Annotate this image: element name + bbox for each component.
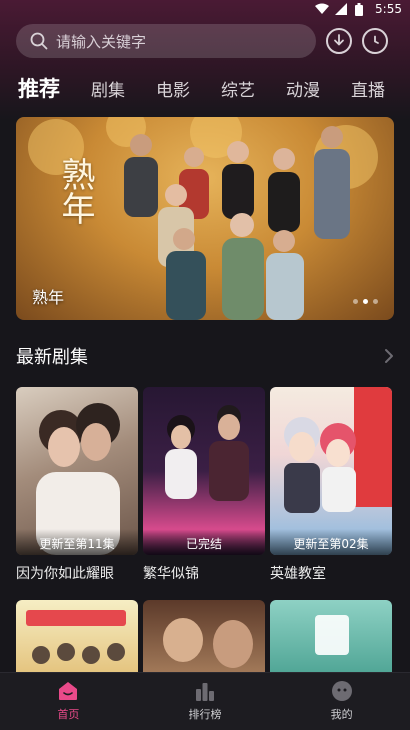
- search-placeholder: 请输入关键字: [56, 32, 147, 51]
- nav-profile[interactable]: 我的: [292, 681, 392, 722]
- series-poster: 已完结: [143, 387, 265, 555]
- tab-movies[interactable]: 电影: [156, 76, 190, 101]
- series-poster-partial[interactable]: [270, 600, 392, 675]
- carousel-dots: [353, 299, 378, 304]
- wifi-icon: [315, 3, 330, 15]
- banner-carousel[interactable]: 熟年 熟年: [16, 117, 394, 320]
- bottom-nav: 首页 排行榜 我的: [0, 672, 410, 730]
- series-card[interactable]: 更新至第02集 英雄教室: [270, 387, 392, 583]
- carousel-dot[interactable]: [373, 299, 378, 304]
- episode-tag: 已完结: [143, 529, 265, 555]
- tab-series[interactable]: 剧集: [91, 76, 125, 101]
- clock-icon: [374, 35, 379, 44]
- chevron-right-icon[interactable]: [384, 348, 394, 364]
- profile-icon: [331, 681, 352, 701]
- status-bar: 5:55: [0, 0, 410, 18]
- download-icon: [334, 34, 344, 46]
- poster-art: [163, 618, 253, 668]
- tab-live[interactable]: 直播: [351, 76, 385, 101]
- poster-art: [315, 615, 349, 655]
- nav-label: 我的: [330, 708, 353, 721]
- carousel-dot[interactable]: [353, 299, 358, 304]
- section-header: 最新剧集: [16, 342, 394, 370]
- series-title: 英雄教室: [270, 566, 326, 582]
- series-poster-partial[interactable]: [143, 600, 265, 675]
- download-button[interactable]: [326, 28, 352, 54]
- history-button[interactable]: [362, 28, 388, 54]
- section-title: 最新剧集: [16, 347, 88, 368]
- poster-art: [26, 610, 126, 664]
- series-card[interactable]: 更新至第11集 因为你如此耀眼: [16, 387, 138, 583]
- episode-tag: 更新至第11集: [16, 529, 138, 555]
- search-icon: [30, 32, 48, 50]
- series-card[interactable]: 已完结 繁华似锦: [143, 387, 265, 583]
- nav-label: 排行榜: [188, 708, 222, 721]
- more-series-list: [16, 600, 394, 675]
- latest-series-list: 更新至第11集 因为你如此耀眼 已完结 繁华似锦 更新至第02集 英雄教室: [16, 387, 394, 583]
- series-title: 繁华似锦: [143, 566, 199, 582]
- series-poster-partial[interactable]: [16, 600, 138, 675]
- banner-caption: 熟年: [32, 288, 65, 307]
- search-input[interactable]: 请输入关键字: [16, 24, 316, 58]
- chart-icon: [195, 683, 214, 701]
- category-tabs: 推荐 剧集 电影 综艺 动漫 直播: [18, 72, 410, 104]
- search-row: 请输入关键字: [16, 24, 398, 58]
- status-time: 5:55: [375, 2, 402, 16]
- banner-title-art: 熟年: [55, 157, 95, 225]
- home-icon: [59, 682, 78, 700]
- nav-home[interactable]: 首页: [18, 681, 118, 722]
- tab-recommend[interactable]: 推荐: [18, 73, 60, 103]
- tab-variety[interactable]: 综艺: [221, 76, 255, 101]
- series-title: 因为你如此耀眼: [16, 566, 114, 582]
- nav-ranking[interactable]: 排行榜: [155, 681, 255, 722]
- carousel-dot-active[interactable]: [363, 299, 368, 304]
- signal-icon: [335, 3, 349, 15]
- series-poster: 更新至第11集: [16, 387, 138, 555]
- nav-label: 首页: [57, 708, 80, 721]
- series-poster: 更新至第02集: [270, 387, 392, 555]
- episode-tag: 更新至第02集: [270, 529, 392, 555]
- tab-anime[interactable]: 动漫: [286, 76, 320, 101]
- battery-icon: [355, 3, 369, 16]
